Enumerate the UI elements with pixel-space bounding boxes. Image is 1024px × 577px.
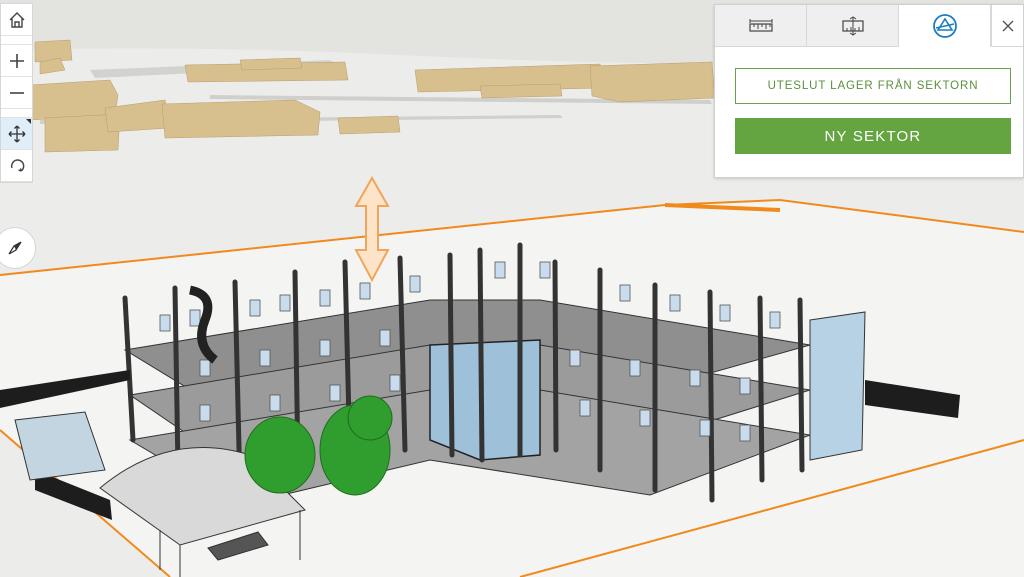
plus-icon [9,53,24,68]
vertical-measure-icon [841,15,864,36]
rotate-button[interactable] [1,150,32,182]
toolbar-divider [1,109,32,118]
close-icon [1002,20,1013,31]
navigation-toolbar [0,3,33,183]
pan-button[interactable] [1,118,32,150]
rotate-icon [10,158,24,172]
tab-horizontal-measure[interactable] [715,5,807,46]
exclude-layers-button[interactable]: UTESLUT LAGER FRÅN SEKTORN [735,68,1011,104]
pan-icon [8,125,25,142]
toolbar-divider [1,36,32,45]
slice-tool-icon [932,13,957,38]
close-button[interactable] [991,5,1023,46]
minus-icon [9,91,24,94]
tool-tabs [715,5,1023,47]
zoom-out-button[interactable] [1,77,32,109]
new-slice-button[interactable]: NY SEKTOR [735,118,1011,154]
tab-slice[interactable] [899,5,991,47]
compass-icon [8,241,22,255]
tab-vertical-measure[interactable] [807,5,899,46]
horizontal-measure-icon [748,18,773,32]
zoom-in-button[interactable] [1,45,32,77]
slice-tool-panel: UTESLUT LAGER FRÅN SEKTORN NY SEKTOR [714,4,1024,178]
home-icon [9,11,24,28]
home-button[interactable] [1,4,32,36]
